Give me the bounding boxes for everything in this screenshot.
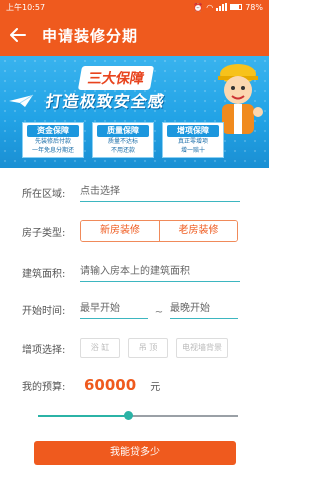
alarm-icon: ⏰ xyxy=(193,2,204,12)
guarantee-card-line: 增一赔十 xyxy=(180,147,205,154)
status-icons: ⏰ ◠ 78% xyxy=(193,3,263,12)
extras-label: 增项选择: xyxy=(22,344,66,356)
banner-subheadline: 打造极致安全感 xyxy=(44,92,167,111)
start-time-label: 开始时间: xyxy=(22,305,66,317)
guarantee-card-line: 不用还款 xyxy=(110,147,135,154)
extra-option-ceiling[interactable]: 吊 顶 xyxy=(128,338,168,358)
guarantee-card-line: 先装修后付款 xyxy=(34,138,71,145)
guarantee-card-line: 质量不达标 xyxy=(107,138,138,145)
budget-label: 我的预算: xyxy=(22,381,66,393)
house-type-toggle: 新房装修 老房装修 xyxy=(80,220,238,242)
building-area-label: 建筑面积: xyxy=(22,268,66,280)
building-area-input[interactable]: 请输入房本上的建筑面积 xyxy=(80,262,240,282)
guarantee-card-line: 一年免息分期还 xyxy=(31,147,74,154)
slider-thumb[interactable] xyxy=(124,411,133,420)
time-separator: ~ xyxy=(154,306,164,318)
guarantee-card-title: 资金保障 xyxy=(27,125,79,137)
budget-slider[interactable] xyxy=(38,410,238,422)
budget-amount: 60000 xyxy=(84,376,137,394)
extras-row: 增项选择: 浴 缸 吊 顶 电视墙背景 xyxy=(0,338,269,358)
extra-option-bathtub[interactable]: 浴 缸 xyxy=(80,338,120,358)
guarantee-cards: 资金保障 先装修后付款 一年免息分期还 质量保障 质量不达标 不用还款 增项保障… xyxy=(22,122,224,158)
banner-headline: 三大保障 xyxy=(77,66,155,90)
latest-start-input[interactable]: 最晚开始 xyxy=(170,299,238,319)
budget-row: 我的预算: 60000 元 xyxy=(0,376,269,394)
back-button[interactable] xyxy=(0,14,36,56)
guarantee-card-title: 质量保障 xyxy=(97,125,149,137)
guarantee-card-quality: 质量保障 质量不达标 不用还款 xyxy=(92,122,154,158)
status-bar: 上午10:57 ⏰ ◠ 78% xyxy=(0,0,269,14)
old-house-option[interactable]: 老房装修 xyxy=(159,221,237,241)
building-area-row: 建筑面积: 请输入房本上的建筑面积 xyxy=(0,262,269,282)
area-label: 所在区域: xyxy=(22,188,66,200)
promo-banner[interactable]: 三大保障 打造极致安全感 资金保障 先装修后付款 一年免息分期还 质量保障 质量… xyxy=(0,56,269,168)
signal-icon xyxy=(216,3,228,11)
slider-track-filled xyxy=(38,415,128,417)
extra-option-tv-wall[interactable]: 电视墙背景 xyxy=(176,338,228,358)
area-select[interactable]: 点击选择 xyxy=(80,182,240,202)
arrow-left-icon xyxy=(10,28,26,42)
earliest-start-input[interactable]: 最早开始 xyxy=(80,299,148,319)
house-type-label: 房子类型: xyxy=(22,227,66,239)
guarantee-card-line: 真正零增项 xyxy=(177,138,208,145)
app-bar: 申请装修分期 xyxy=(0,14,269,56)
page-title: 申请装修分期 xyxy=(42,26,139,45)
budget-unit: 元 xyxy=(150,381,161,393)
status-time: 上午10:57 xyxy=(6,2,46,12)
start-time-row: 开始时间: 最早开始 ~ 最晚开始 xyxy=(0,299,269,319)
slider-track xyxy=(128,415,238,417)
wifi-icon: ◠ xyxy=(206,2,214,12)
submit-button[interactable]: 我能贷多少 xyxy=(34,441,236,465)
battery-percent: 78% xyxy=(245,2,263,12)
guarantee-card-extras: 增项保障 真正零增项 增一赔十 xyxy=(162,122,224,158)
battery-icon xyxy=(230,4,243,10)
new-house-option[interactable]: 新房装修 xyxy=(81,221,159,241)
house-type-row: 房子类型: 新房装修 老房装修 xyxy=(0,220,269,242)
guarantee-card-title: 增项保障 xyxy=(167,125,219,137)
guarantee-card-funds: 资金保障 先装修后付款 一年免息分期还 xyxy=(22,122,84,158)
paper-plane-icon xyxy=(9,94,34,107)
area-row: 所在区域: 点击选择 xyxy=(0,182,269,202)
